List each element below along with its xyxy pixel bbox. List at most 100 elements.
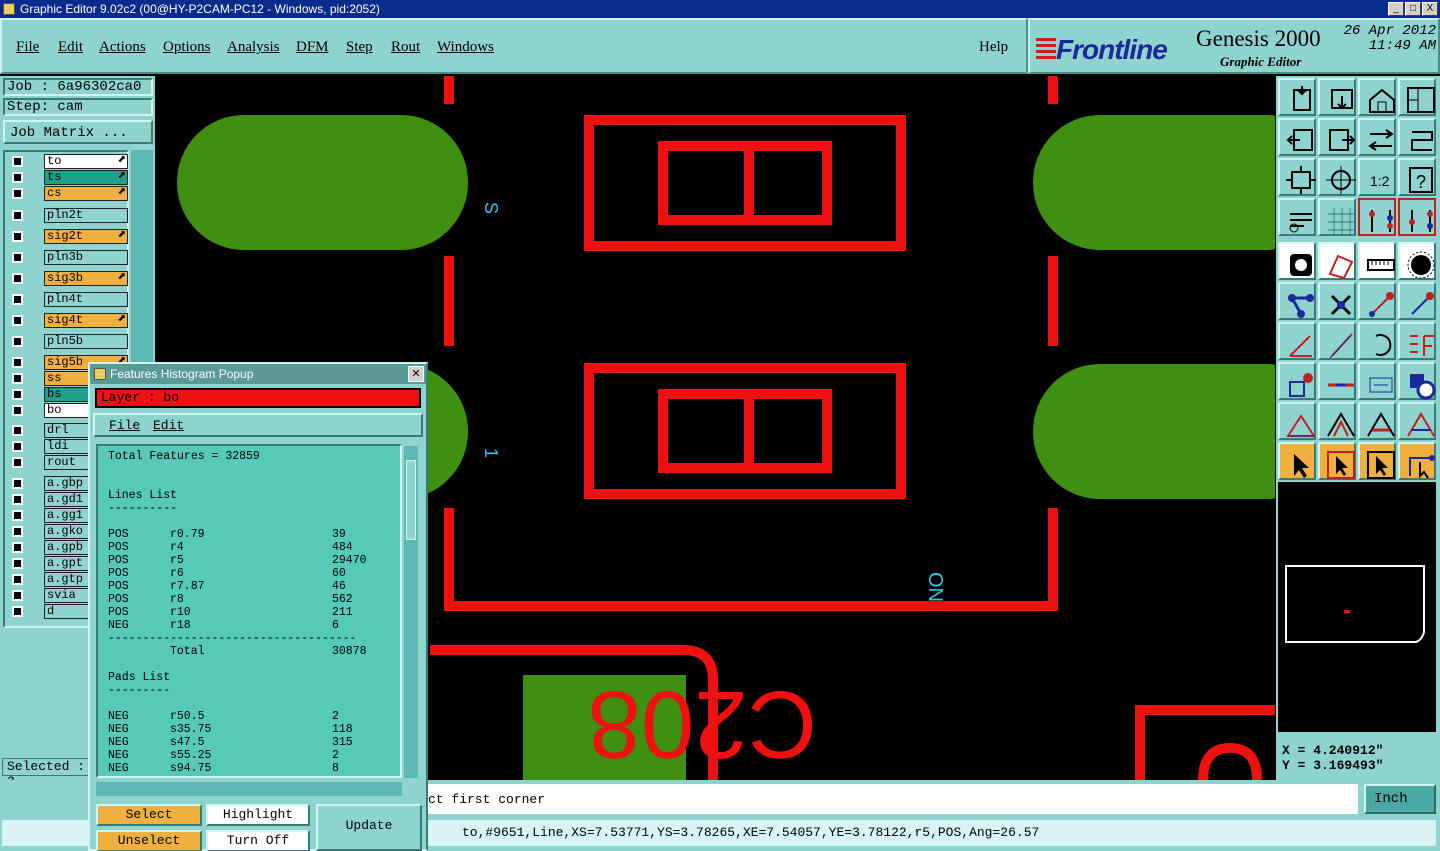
pad2-icon[interactable] (1278, 362, 1316, 400)
layer-checkbox[interactable] (12, 273, 23, 284)
layer-row-ts[interactable]: ts ⬈ (8, 170, 128, 185)
menu-help[interactable]: Help (979, 39, 1008, 56)
layer-checkbox[interactable] (12, 210, 23, 221)
dash-icon[interactable] (1318, 362, 1356, 400)
layer-name[interactable]: pln5b (44, 334, 128, 349)
snap2-icon[interactable] (1398, 198, 1436, 236)
menu-analysis[interactable]: Analysis (227, 39, 280, 56)
layer-row-sig3b[interactable]: sig3b ⬈ (8, 271, 128, 286)
menu-edit[interactable]: Edit (58, 39, 83, 56)
help-icon[interactable]: ? (1398, 158, 1436, 196)
grid-icon[interactable] (1318, 198, 1356, 236)
layer-name[interactable]: pln3b (44, 250, 128, 265)
layer-row-cs[interactable]: cs ⬈ (8, 186, 128, 201)
pad-icon[interactable] (1278, 242, 1316, 280)
layer-row-sig4t[interactable]: sig4t ⬈ (8, 313, 128, 328)
layer-checkbox[interactable] (12, 574, 23, 585)
triangle2-icon[interactable] (1318, 402, 1356, 440)
ruler-icon[interactable] (1358, 242, 1396, 280)
job-matrix-button[interactable]: Job Matrix ... (3, 120, 153, 144)
layer-down-icon[interactable] (1318, 78, 1356, 116)
toolbox-icon[interactable] (1278, 198, 1316, 236)
swap-icon[interactable] (1358, 118, 1396, 156)
layer-name[interactable]: pln2t (44, 208, 128, 223)
layer-checkbox[interactable] (12, 188, 23, 199)
angle-icon[interactable] (1278, 322, 1316, 360)
layer-name[interactable]: ts (44, 170, 128, 185)
layer-checkbox[interactable] (12, 405, 23, 416)
layer-checkbox[interactable] (12, 294, 23, 305)
close-button[interactable]: X (1422, 2, 1438, 16)
menu-dfm[interactable]: DFM (296, 39, 329, 56)
overview-map[interactable] (1278, 482, 1436, 732)
layer-checkbox[interactable] (12, 172, 23, 183)
layer-name[interactable]: sig3b (44, 271, 128, 286)
menu-rout[interactable]: Rout (391, 39, 420, 56)
layer-checkbox[interactable] (12, 494, 23, 505)
center-icon[interactable] (1318, 158, 1356, 196)
redraw-icon[interactable] (1398, 118, 1436, 156)
dimension-icon[interactable] (1358, 362, 1396, 400)
update-button[interactable]: Update (316, 804, 422, 851)
fit-icon[interactable] (1278, 158, 1316, 196)
layer-checkbox[interactable] (12, 373, 23, 384)
layer-checkbox[interactable] (12, 558, 23, 569)
fill-icon[interactable] (1398, 322, 1436, 360)
menu-file[interactable]: File (16, 39, 39, 56)
highlight-button[interactable]: Highlight (206, 804, 310, 826)
layer-name[interactable]: to (44, 154, 128, 169)
triangle-icon[interactable] (1278, 402, 1316, 440)
popup-close-icon[interactable]: ✕ (408, 366, 424, 382)
slash-icon[interactable] (1318, 322, 1356, 360)
layer-checkbox[interactable] (12, 389, 23, 400)
layer-checkbox[interactable] (12, 478, 23, 489)
edit-shape-icon[interactable] (1318, 242, 1356, 280)
home-icon[interactable] (1278, 78, 1316, 116)
layer-checkbox[interactable] (12, 457, 23, 468)
pointer-frame-icon[interactable] (1358, 442, 1396, 480)
circle-dot-icon[interactable] (1398, 242, 1436, 280)
layer-checkbox[interactable] (12, 357, 23, 368)
arc-icon[interactable] (1358, 322, 1396, 360)
snap-icon[interactable] (1358, 198, 1396, 236)
layer-checkbox[interactable] (12, 510, 23, 521)
menu-options[interactable]: Options (163, 39, 211, 56)
triangle4-icon[interactable] (1398, 402, 1436, 440)
layer-name[interactable]: cs (44, 186, 128, 201)
layer-checkbox[interactable] (12, 526, 23, 537)
turn-off-button[interactable]: Turn Off (206, 830, 310, 851)
histogram-scrollbar[interactable] (404, 446, 418, 778)
layer-name[interactable]: sig4t (44, 313, 128, 328)
layer-checkbox[interactable] (12, 252, 23, 263)
scale-icon[interactable]: 1:2 (1358, 158, 1396, 196)
layer-checkbox[interactable] (12, 231, 23, 242)
select-button[interactable]: Select (96, 804, 202, 826)
nodes-icon[interactable] (1278, 282, 1316, 320)
popup-menu-edit[interactable]: Edit (153, 418, 184, 433)
menu-windows[interactable]: Windows (437, 39, 494, 56)
house-icon[interactable] (1358, 78, 1396, 116)
menu-actions[interactable]: Actions (99, 39, 146, 56)
triangle3-icon[interactable] (1358, 402, 1396, 440)
pointer-icon[interactable] (1278, 442, 1316, 480)
layer-row-pln2t[interactable]: pln2t (8, 208, 128, 223)
line-icon[interactable] (1358, 282, 1396, 320)
line2-icon[interactable] (1398, 282, 1436, 320)
cross-icon[interactable] (1318, 282, 1356, 320)
path-select-icon[interactable] (1398, 442, 1436, 480)
maximize-button[interactable]: □ (1405, 2, 1421, 16)
layer-row-pln4t[interactable]: pln4t (8, 292, 128, 307)
shapes-icon[interactable] (1398, 362, 1436, 400)
layer-name[interactable]: pln4t (44, 292, 128, 307)
units-button[interactable]: Inch (1364, 784, 1436, 814)
layer-checkbox[interactable] (12, 425, 23, 436)
layer-checkbox[interactable] (12, 315, 23, 326)
layer-checkbox[interactable] (12, 542, 23, 553)
minimize-button[interactable]: _ (1388, 2, 1404, 16)
layer-checkbox[interactable] (12, 441, 23, 452)
layer-checkbox[interactable] (12, 336, 23, 347)
layer-row-to[interactable]: to ⬈ (8, 154, 128, 169)
pan-left-icon[interactable] (1278, 118, 1316, 156)
histogram-hscrollbar[interactable] (96, 782, 402, 796)
layer-row-sig2t[interactable]: sig2t ⬈ (8, 229, 128, 244)
